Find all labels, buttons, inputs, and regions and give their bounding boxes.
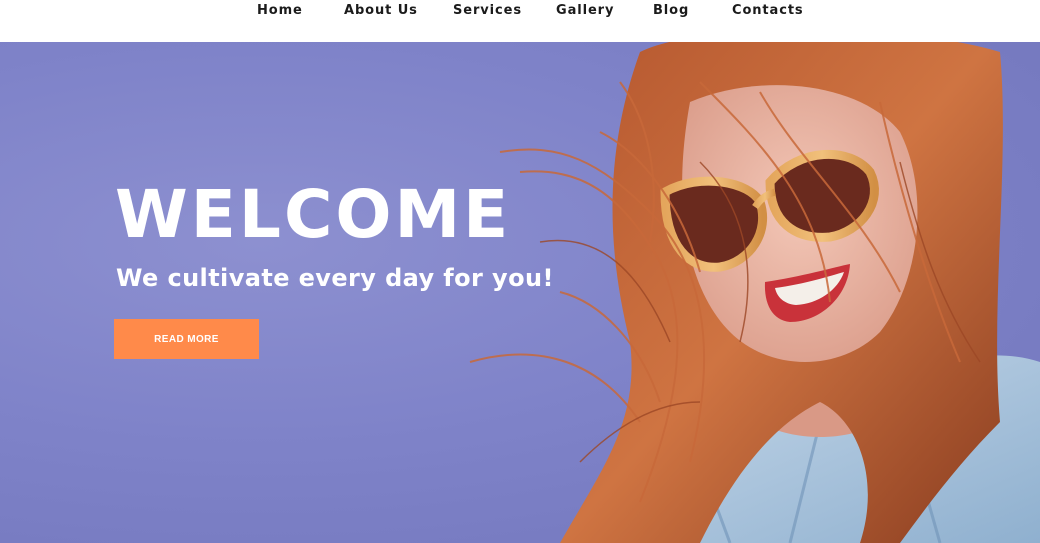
nav-item-blog[interactable]: Blog bbox=[653, 3, 689, 18]
nav-item-gallery[interactable]: Gallery bbox=[556, 3, 614, 18]
nav-item-contacts[interactable]: Contacts bbox=[732, 3, 804, 18]
hero-title: WELCOME bbox=[115, 176, 512, 253]
main-nav: Home About Us Services Gallery Blog Cont… bbox=[0, 0, 1040, 26]
read-more-button[interactable]: READ MORE bbox=[114, 319, 259, 359]
nav-item-services[interactable]: Services bbox=[453, 3, 522, 18]
nav-item-home[interactable]: Home bbox=[257, 3, 303, 18]
hero-banner: WELCOME We cultivate every day for you! … bbox=[0, 42, 1040, 543]
top-navbar: Home About Us Services Gallery Blog Cont… bbox=[0, 0, 1040, 42]
hero-subtitle: We cultivate every day for you! bbox=[116, 264, 554, 292]
hero-photo bbox=[469, 42, 1040, 543]
nav-item-about-us[interactable]: About Us bbox=[344, 3, 418, 18]
